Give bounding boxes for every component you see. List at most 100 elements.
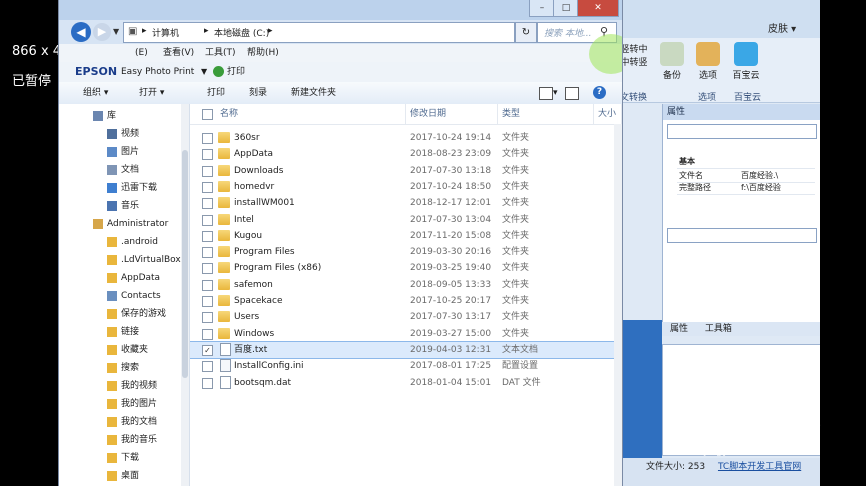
nav-item-label: .LdVirtualBox xyxy=(121,255,181,265)
file-row[interactable]: InstallConfig.ini 2017-08-01 17:25 配置设置 xyxy=(190,358,622,374)
file-row[interactable]: homedvr 2017-10-24 18:50 文件夹 xyxy=(190,179,622,195)
breadcrumb-local-disk[interactable]: 本地磁盘 (C:) xyxy=(214,26,269,39)
menu-edit[interactable]: (E) xyxy=(135,44,148,62)
address-bar[interactable]: ▣ ▸ 计算机 ▸ 本地磁盘 (C:) ▸ ▼ xyxy=(123,22,570,43)
file-row[interactable]: Program Files (x86) 2019-03-25 19:40 文件夹 xyxy=(190,260,622,276)
breadcrumb-computer[interactable]: 计算机 xyxy=(152,26,179,39)
row-checkbox[interactable] xyxy=(202,181,213,193)
ribbon-btn-baibaoyun[interactable]: 百宝云 xyxy=(728,42,764,81)
open-button[interactable]: 打开 ▾ xyxy=(139,82,164,104)
folder-icon xyxy=(218,278,230,290)
user-icon xyxy=(93,219,103,229)
file-row[interactable]: ✓ 百度.txt 2019-04-03 12:31 文本文档 xyxy=(190,340,622,359)
view-options-icon[interactable] xyxy=(539,87,553,100)
file-row[interactable]: 360sr 2017-10-24 19:14 文件夹 xyxy=(190,130,622,146)
nav-scrollbar[interactable] xyxy=(181,104,189,486)
status-link[interactable]: TC脚本开发工具官网 xyxy=(718,462,801,472)
ribbon-btn-vertical-to-center[interactable]: 竖转中 中转竖 xyxy=(620,42,652,68)
breadcrumb-separator[interactable]: ▸ xyxy=(204,26,209,36)
column-date[interactable]: 修改日期 xyxy=(406,104,498,124)
nav-scrollbar-thumb[interactable] xyxy=(182,150,188,378)
forward-button[interactable]: ▶ xyxy=(93,23,111,41)
menu-tools[interactable]: 工具(T) xyxy=(205,44,236,62)
row-checkbox[interactable] xyxy=(202,377,213,389)
file-name: Program Files (x86) xyxy=(234,263,322,274)
history-dropdown-icon[interactable]: ▼ xyxy=(113,27,119,36)
row-checkbox[interactable] xyxy=(202,198,213,210)
file-row[interactable]: bootsqm.dat 2018-01-04 15:01 DAT 文件 xyxy=(190,375,622,391)
print-icon xyxy=(213,66,224,77)
ribbon-btn-options[interactable]: 选项 xyxy=(690,42,726,81)
file-row[interactable]: safemon 2018-09-05 13:33 文件夹 xyxy=(190,277,622,293)
new-folder-button[interactable]: 新建文件夹 xyxy=(291,82,336,104)
epson-app-select[interactable]: Easy Photo Print xyxy=(121,62,194,82)
row-checkbox[interactable] xyxy=(202,149,213,161)
nav-item-label: 图片 xyxy=(121,147,140,157)
menu-view[interactable]: 查看(V) xyxy=(163,44,194,62)
menu-help[interactable]: 帮助(H) xyxy=(247,44,279,62)
refresh-button[interactable]: ↻ xyxy=(515,22,537,43)
folder-icon xyxy=(107,345,117,355)
computer-icon: ▣ xyxy=(128,26,138,37)
view-dropdown-icon[interactable]: ▾ xyxy=(553,82,558,104)
file-row[interactable]: Kugou 2017-11-20 15:08 文件夹 xyxy=(190,228,622,244)
epson-print-button[interactable]: 打印 xyxy=(227,62,245,82)
file-row[interactable]: Users 2017-07-30 13:17 文件夹 xyxy=(190,309,622,325)
file-date: 2019-04-03 12:31 xyxy=(410,344,492,355)
row-checkbox[interactable] xyxy=(202,133,213,144)
folder-icon xyxy=(218,311,230,323)
chevron-down-icon[interactable]: ▼ xyxy=(201,62,207,82)
row-checkbox[interactable] xyxy=(202,361,213,373)
column-name[interactable]: 名称 xyxy=(216,104,406,124)
maximize-button[interactable]: □ xyxy=(553,0,579,17)
help-icon[interactable]: ? xyxy=(593,86,606,99)
file-type: 配置设置 xyxy=(502,361,539,372)
row-checkbox[interactable] xyxy=(202,312,213,324)
file-row[interactable]: Spacekace 2017-10-25 20:17 文件夹 xyxy=(190,293,622,309)
file-row[interactable]: installWM001 2018-12-17 12:01 文件夹 xyxy=(190,195,622,211)
burn-button[interactable]: 刻录 xyxy=(249,82,267,104)
skin-menu[interactable]: 皮肤 ▾ xyxy=(768,20,796,35)
file-row[interactable]: Windows 2019-03-27 15:00 文件夹 xyxy=(190,326,622,342)
properties-section: 基本 xyxy=(677,156,815,169)
properties-dropdown[interactable] xyxy=(667,124,817,139)
minimize-button[interactable]: – xyxy=(529,0,555,17)
row-checkbox[interactable] xyxy=(202,279,213,291)
row-checkbox[interactable]: ✓ xyxy=(202,344,213,356)
nav-item-label: 我的图片 xyxy=(121,399,158,409)
properties-dropdown-2[interactable] xyxy=(667,228,817,243)
folder-icon xyxy=(218,295,230,306)
file-list-scrollbar[interactable] xyxy=(614,124,622,486)
row-checkbox[interactable] xyxy=(202,247,213,259)
file-type: 文件夹 xyxy=(502,247,530,258)
file-type: 文件夹 xyxy=(502,181,530,192)
select-all-checkbox[interactable] xyxy=(202,109,213,120)
row-checkbox[interactable] xyxy=(202,296,213,307)
breadcrumb-separator[interactable]: ▸ xyxy=(142,26,147,36)
breadcrumb-separator[interactable]: ▸ xyxy=(268,26,273,36)
print-button[interactable]: 打印 xyxy=(207,82,225,104)
column-type[interactable]: 类型 xyxy=(498,104,594,124)
file-date: 2018-12-17 12:01 xyxy=(410,198,492,209)
tab-properties[interactable]: 属性 xyxy=(670,324,688,334)
file-name: safemon xyxy=(234,279,273,290)
properties-panel: 属性 基本 文件名 百度经验.\ 完整路径 f:\百度经验 xyxy=(662,104,820,336)
row-checkbox[interactable] xyxy=(202,328,213,340)
row-checkbox[interactable] xyxy=(202,165,213,177)
row-checkbox[interactable] xyxy=(202,214,213,226)
folder-icon xyxy=(218,148,230,160)
file-row[interactable]: AppData 2018-08-23 23:09 文件夹 xyxy=(190,146,622,162)
back-button[interactable]: ◀ xyxy=(71,22,91,42)
row-checkbox[interactable] xyxy=(202,230,213,242)
properties-row[interactable]: 完整路径 f:\百度经验 xyxy=(677,182,815,195)
preview-pane-icon[interactable] xyxy=(565,87,579,100)
file-row[interactable]: Intel 2017-07-30 13:04 文件夹 xyxy=(190,212,622,228)
row-checkbox[interactable] xyxy=(202,263,213,275)
tab-toolbox[interactable]: 工具箱 xyxy=(705,324,732,334)
file-row[interactable]: Downloads 2017-07-30 13:18 文件夹 xyxy=(190,163,622,179)
organize-button[interactable]: 组织 ▾ xyxy=(83,82,108,104)
ribbon-btn-backup[interactable]: 备份 xyxy=(654,42,690,81)
file-row[interactable]: Program Files 2019-03-30 20:16 文件夹 xyxy=(190,244,622,260)
close-button[interactable]: ✕ xyxy=(577,0,619,17)
column-size[interactable]: 大小 xyxy=(594,104,622,124)
